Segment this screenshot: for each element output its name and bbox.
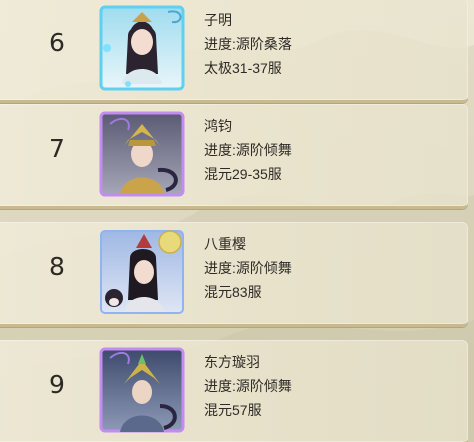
player-info: 八重樱 进度:源阶倾舞 混元83服 bbox=[204, 232, 292, 304]
character-avatar[interactable] bbox=[98, 110, 186, 198]
player-name: 八重樱 bbox=[204, 236, 246, 252]
player-name: 鸿钧 bbox=[204, 118, 232, 134]
server-text: 混元29-35服 bbox=[204, 166, 282, 182]
rank-number: 7 bbox=[49, 134, 65, 163]
avatar-frame-purple bbox=[99, 347, 185, 433]
progress-text: 进度:源阶桑落 bbox=[204, 36, 292, 52]
ranking-row[interactable]: 6 子明 进度:源阶桑落 太极31-37服 bbox=[0, 0, 468, 103]
progress-text: 进度:源阶倾舞 bbox=[204, 142, 292, 158]
server-text: 太极31-37服 bbox=[204, 60, 282, 76]
character-avatar[interactable] bbox=[98, 228, 186, 316]
avatar-frame-purple bbox=[99, 111, 185, 197]
avatar-frame-moon bbox=[100, 230, 184, 314]
rank-number: 6 bbox=[49, 28, 65, 57]
player-info: 东方璇羽 进度:源阶倾舞 混元57服 bbox=[204, 350, 292, 422]
player-info: 鸿钧 进度:源阶倾舞 混元29-35服 bbox=[204, 114, 292, 186]
progress-text: 进度:源阶倾舞 bbox=[204, 378, 292, 394]
server-text: 混元83服 bbox=[204, 284, 262, 300]
server-text: 混元57服 bbox=[204, 402, 262, 418]
character-avatar[interactable] bbox=[98, 346, 186, 434]
leaderboard-page: 6 子明 进度:源阶桑落 太极31-37服 7 鸿钧 进度:源阶倾舞 混元29-… bbox=[0, 0, 474, 442]
rank-number: 8 bbox=[49, 252, 65, 281]
ranking-row[interactable]: 7 鸿钧 进度:源阶倾舞 混元29-35服 bbox=[0, 104, 468, 209]
ranking-row[interactable]: 9 东方璇羽 进度:源阶倾舞 混元57服 bbox=[0, 340, 468, 442]
rank-number: 9 bbox=[49, 370, 65, 399]
progress-text: 进度:源阶倾舞 bbox=[204, 260, 292, 276]
character-avatar[interactable] bbox=[98, 4, 186, 92]
ranking-row[interactable]: 8 八重樱 进度:源阶倾舞 混元83服 bbox=[0, 222, 468, 327]
player-name: 子明 bbox=[204, 12, 232, 28]
avatar-frame-cyan bbox=[99, 5, 185, 91]
player-info: 子明 进度:源阶桑落 太极31-37服 bbox=[204, 8, 292, 80]
player-name: 东方璇羽 bbox=[204, 354, 260, 370]
